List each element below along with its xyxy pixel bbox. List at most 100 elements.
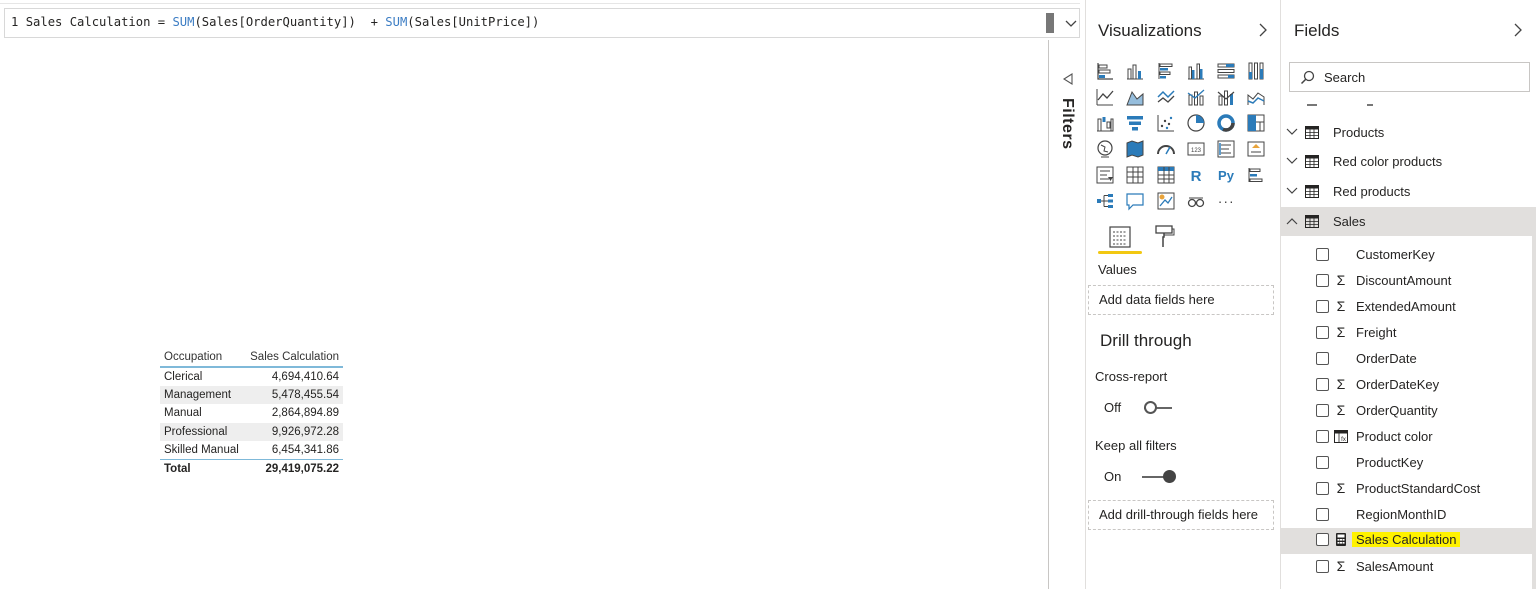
stacked-bar-chart-icon[interactable] [1094, 60, 1116, 82]
ribbon-chart-icon[interactable] [1245, 86, 1267, 108]
field-name: OrderDateKey [1356, 377, 1440, 392]
funnel-icon[interactable] [1061, 72, 1075, 86]
field-item-productstandardcost[interactable]: Σ ProductStandardCost [1281, 477, 1531, 503]
table-row: Manual 2,864,894.89 [160, 404, 343, 423]
100-stacked-bar-chart-icon[interactable] [1215, 60, 1237, 82]
field-checkbox[interactable] [1316, 248, 1329, 261]
field-checkbox[interactable] [1316, 456, 1329, 469]
funnel-icon[interactable] [1124, 112, 1146, 134]
field-checkbox[interactable] [1316, 508, 1329, 521]
matrix-icon[interactable] [1155, 164, 1177, 186]
line-chart-icon[interactable] [1094, 86, 1116, 108]
decomposition-tree-icon[interactable] [1094, 190, 1116, 212]
field-item-orderdatekey[interactable]: Σ OrderDateKey [1281, 373, 1531, 399]
donut-chart-icon[interactable] [1215, 112, 1237, 134]
python-visual-icon[interactable]: Py [1215, 164, 1237, 186]
fields-search[interactable] [1289, 62, 1530, 92]
key-influencers-icon[interactable] [1245, 164, 1267, 186]
chevron-right-icon[interactable] [1511, 22, 1525, 38]
field-name: OrderDate [1356, 351, 1417, 366]
field-checkbox[interactable] [1316, 482, 1329, 495]
chevron-right-icon[interactable] [1256, 22, 1270, 38]
chevron-up-icon[interactable] [1286, 215, 1298, 227]
field-item-freight[interactable]: Σ Freight [1281, 321, 1531, 347]
search-input[interactable] [1324, 68, 1514, 86]
field-checkbox[interactable] [1316, 404, 1329, 417]
table-item-red-color-products[interactable]: Red color products [1281, 147, 1531, 176]
qa-icon[interactable] [1124, 190, 1146, 212]
report-canvas[interactable] [0, 40, 1048, 589]
line-clustered-column-icon[interactable] [1185, 86, 1207, 108]
formula-scroll-thumb[interactable] [1046, 13, 1054, 33]
column-header-sales-calculation[interactable]: Sales Calculation [244, 347, 343, 368]
multi-row-card-icon[interactable] [1215, 138, 1237, 160]
filters-pane-label[interactable]: Filters [1058, 98, 1076, 150]
stacked-column-chart-icon[interactable] [1124, 60, 1146, 82]
slicer-icon[interactable] [1094, 164, 1116, 186]
filled-map-icon[interactable] [1124, 138, 1146, 160]
field-checkbox[interactable] [1316, 560, 1329, 573]
field-name: CustomerKey [1356, 247, 1435, 262]
sigma-icon: Σ [1336, 324, 1346, 340]
field-item-productkey[interactable]: ProductKey [1281, 451, 1531, 477]
table-item-products[interactable]: Products [1281, 118, 1531, 147]
smart-narrative-icon[interactable] [1155, 190, 1177, 212]
field-item-sales-calculation[interactable]: Sales Calculation [1281, 528, 1536, 554]
chevron-down-icon[interactable] [1063, 15, 1079, 31]
table-icon[interactable] [1124, 164, 1146, 186]
100-stacked-column-chart-icon[interactable] [1245, 60, 1267, 82]
drill-through-dropzone[interactable]: Add drill-through fields here [1088, 500, 1274, 530]
toggle-knob[interactable] [1163, 470, 1176, 483]
field-item-product-color[interactable]: fx Product color [1281, 425, 1531, 451]
waterfall-chart-icon[interactable] [1094, 112, 1116, 134]
formula-bar[interactable]: 1 Sales Calculation = SUM(Sales[OrderQua… [4, 8, 1080, 38]
more-visuals-icon[interactable]: ··· [1215, 190, 1237, 212]
field-item-orderdate[interactable]: OrderDate [1281, 347, 1531, 373]
column-header-occupation[interactable]: Occupation [160, 347, 245, 368]
field-checkbox[interactable] [1316, 274, 1329, 287]
paginated-report-icon[interactable] [1185, 190, 1207, 212]
treemap-icon[interactable] [1245, 112, 1267, 134]
formula-text[interactable]: 1 Sales Calculation = SUM(Sales[OrderQua… [11, 15, 539, 29]
pie-chart-icon[interactable] [1185, 112, 1207, 134]
field-checkbox[interactable] [1316, 430, 1329, 443]
field-item-salesamount[interactable]: Σ SalesAmount [1281, 555, 1531, 581]
toggle-knob[interactable] [1144, 401, 1157, 414]
field-checkbox[interactable] [1316, 300, 1329, 313]
scatter-chart-icon[interactable] [1155, 112, 1177, 134]
area-chart-icon[interactable] [1124, 86, 1146, 108]
field-item-regionmonthid[interactable]: RegionMonthID [1281, 503, 1531, 529]
chevron-down-icon[interactable] [1286, 155, 1298, 167]
field-checkbox[interactable] [1316, 352, 1329, 365]
clustered-bar-chart-icon[interactable] [1155, 60, 1177, 82]
visualizations-title: Visualizations [1098, 21, 1202, 40]
field-item-discountamount[interactable]: Σ DiscountAmount [1281, 269, 1531, 295]
fields-scrollbar[interactable] [1532, 235, 1536, 589]
cross-report-toggle[interactable]: Off [1104, 400, 1204, 416]
paint-roller-icon[interactable] [1152, 224, 1176, 250]
stacked-area-chart-icon[interactable] [1155, 86, 1177, 108]
keep-all-filters-toggle[interactable]: On [1104, 469, 1204, 485]
field-item-customerkey[interactable]: CustomerKey [1281, 243, 1531, 269]
kpi-icon[interactable] [1245, 138, 1267, 160]
field-checkbox[interactable] [1316, 378, 1329, 391]
field-checkbox[interactable] [1316, 326, 1329, 339]
gauge-icon[interactable] [1155, 138, 1177, 160]
fields-well-tab-icon[interactable] [1108, 224, 1132, 250]
r-visual-icon[interactable]: R [1185, 164, 1207, 186]
svg-text:fx: fx [1341, 437, 1346, 443]
table-item-sales[interactable]: Sales [1281, 207, 1536, 236]
table-item-red-products[interactable]: Red products [1281, 177, 1531, 206]
card-icon[interactable]: 123 [1185, 138, 1207, 160]
map-icon[interactable] [1094, 138, 1116, 160]
line-stacked-column-icon[interactable] [1215, 86, 1237, 108]
table-visual[interactable]: Occupation Sales Calculation Clerical 4,… [160, 347, 343, 478]
field-checkbox[interactable] [1316, 533, 1329, 546]
values-dropzone[interactable]: Add data fields here [1088, 285, 1274, 315]
field-name: Sales Calculation [1352, 532, 1461, 547]
chevron-down-icon[interactable] [1286, 126, 1298, 138]
field-item-extendedamount[interactable]: Σ ExtendedAmount [1281, 295, 1531, 321]
field-item-orderquantity[interactable]: Σ OrderQuantity [1281, 399, 1531, 425]
clustered-column-chart-icon[interactable] [1185, 60, 1207, 82]
chevron-down-icon[interactable] [1286, 185, 1298, 197]
